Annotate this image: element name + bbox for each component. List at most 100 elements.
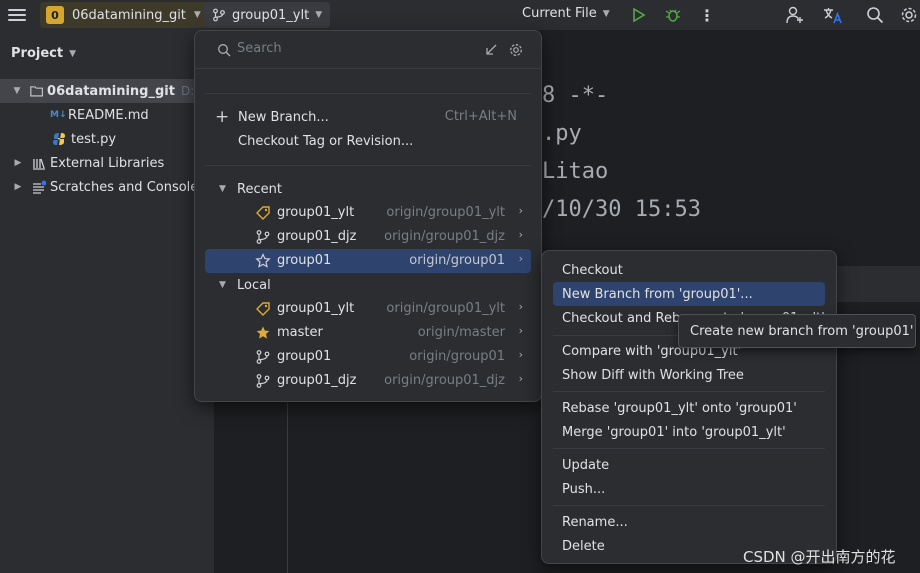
- branch-icon: [256, 230, 270, 244]
- branch-context-menu: Checkout New Branch from 'group01'... Ch…: [541, 250, 837, 564]
- chevron-right-icon: ›: [518, 228, 523, 241]
- separator: [205, 93, 531, 94]
- run-icon[interactable]: [628, 4, 650, 26]
- project-selector[interactable]: 0 06datamining_git ▼: [40, 2, 209, 28]
- tree-item-label: 06datamining_git: [47, 83, 175, 99]
- branch-icon: [256, 374, 270, 388]
- branch-remote: origin/group01_ylt: [386, 205, 505, 220]
- expand-arrow-icon[interactable]: ▼: [12, 86, 22, 96]
- branch-remote: origin/group01_djz: [384, 229, 505, 244]
- branch-remote: origin/master: [417, 325, 505, 340]
- chevron-right-icon: ›: [518, 348, 523, 361]
- menu-item-merge[interactable]: Merge 'group01' into 'group01_ylt': [553, 420, 825, 444]
- chevron-right-icon: ›: [518, 372, 523, 385]
- menu-item-show-diff[interactable]: Show Diff with Working Tree: [553, 363, 825, 387]
- code-line: .py: [542, 121, 582, 146]
- branch-remote: origin/group01_djz: [384, 373, 505, 388]
- branch-name: group01_ylt: [232, 7, 310, 23]
- branch-search-input[interactable]: [237, 41, 467, 56]
- tree-item-test-py[interactable]: test.py: [0, 127, 214, 151]
- chevron-right-icon: ›: [518, 252, 523, 265]
- separator: [553, 448, 825, 449]
- tag-icon: [256, 302, 270, 316]
- code-line: 8 -*-: [542, 83, 609, 108]
- branch-name: group01_djz: [277, 373, 357, 388]
- branch-item-local-group01[interactable]: group01 origin/group01 ›: [205, 345, 531, 369]
- expand-arrow-icon[interactable]: ▶: [12, 182, 24, 192]
- tree-item-label: README.md: [68, 107, 149, 123]
- star-filled-icon: [256, 326, 270, 339]
- settings-gear-icon[interactable]: [898, 4, 920, 26]
- separator: [553, 505, 825, 506]
- tag-icon: [256, 206, 270, 220]
- chevron-right-icon: ›: [518, 324, 523, 337]
- branches-popup: + New Branch... Ctrl+Alt+N Checkout Tag …: [194, 30, 542, 402]
- tree-item-project-root[interactable]: ▼ 06datamining_git D:\Co: [0, 79, 214, 103]
- recent-section-header[interactable]: ▼ Recent: [205, 177, 531, 201]
- branch-search-bar: [195, 31, 541, 69]
- more-actions-icon[interactable]: ⋮: [696, 4, 718, 26]
- chevron-down-icon: ▼: [602, 8, 610, 19]
- branch-item-local-group01-ylt[interactable]: group01_ylt origin/group01_ylt ›: [205, 297, 531, 321]
- watermark-text: CSDN @开出南方的花: [743, 548, 896, 566]
- branch-selector[interactable]: group01_ylt ▼: [204, 2, 331, 28]
- project-badge: 0: [46, 6, 64, 24]
- project-panel: Project ▼ ▼ 06datamining_git D:\Co M↓ RE…: [0, 30, 214, 573]
- expand-arrow-icon: ▼: [219, 184, 226, 194]
- new-branch-action[interactable]: + New Branch... Ctrl+Alt+N: [205, 105, 531, 129]
- main-toolbar: 0 06datamining_git ▼ group01_ylt ▼ Curre…: [0, 0, 920, 30]
- tree-item-external-libraries[interactable]: ▶ External Libraries: [0, 151, 214, 175]
- star-outline-icon: [255, 253, 271, 268]
- branch-remote: origin/group01_ylt: [386, 301, 505, 316]
- expand-arrow-icon[interactable]: ▶: [12, 158, 24, 168]
- markdown-icon: M↓: [50, 110, 67, 120]
- branch-name: group01: [277, 349, 332, 364]
- main-menu-icon[interactable]: [8, 6, 26, 22]
- run-config-selector[interactable]: Current File ▼: [522, 6, 610, 21]
- tree-item-label: Scratches and Consoles: [50, 179, 206, 195]
- tree-item-label: test.py: [71, 131, 117, 147]
- debug-icon[interactable]: [662, 4, 684, 26]
- menu-item-update[interactable]: Update: [553, 453, 825, 477]
- branch-item-recent-group01-djz[interactable]: group01_djz origin/group01_djz ›: [205, 225, 531, 249]
- project-name: 06datamining_git: [72, 7, 186, 23]
- branch-item-recent-group01[interactable]: group01 origin/group01 ›: [205, 249, 531, 273]
- chevron-right-icon: ›: [518, 300, 523, 313]
- library-icon: [33, 158, 45, 170]
- add-user-icon[interactable]: [784, 4, 806, 26]
- tree-item-scratches[interactable]: ▶ Scratches and Consoles: [0, 175, 214, 199]
- settings-gear-icon[interactable]: [509, 43, 523, 57]
- search-icon[interactable]: [864, 4, 886, 26]
- translate-icon[interactable]: [822, 4, 844, 26]
- plus-icon: +: [215, 107, 230, 127]
- local-section-header[interactable]: ▼ Local: [205, 273, 531, 297]
- menu-item-rename[interactable]: Rename...: [553, 510, 825, 534]
- branch-remote: origin/group01: [409, 349, 505, 364]
- branch-icon: [213, 8, 225, 22]
- collapse-arrow-icon[interactable]: [485, 44, 497, 56]
- menu-item-push[interactable]: Push...: [553, 477, 825, 501]
- menu-item-new-branch-from[interactable]: New Branch from 'group01'...: [553, 282, 825, 306]
- checkout-tag-action[interactable]: Checkout Tag or Revision...: [205, 129, 531, 153]
- menu-item-checkout[interactable]: Checkout: [553, 258, 825, 282]
- code-line: /10/30 15:53: [542, 197, 701, 222]
- chevron-down-icon: ▼: [193, 10, 201, 20]
- checkout-tag-label: Checkout Tag or Revision...: [238, 133, 414, 149]
- tree-item-readme[interactable]: M↓ README.md: [0, 103, 214, 127]
- tree-item-label: External Libraries: [50, 155, 165, 171]
- project-panel-title[interactable]: Project ▼: [11, 46, 76, 61]
- separator: [205, 165, 531, 166]
- new-branch-label: New Branch...: [238, 109, 329, 125]
- branch-name: group01_ylt: [277, 205, 355, 220]
- branch-item-recent-group01-ylt[interactable]: group01_ylt origin/group01_ylt ›: [205, 201, 531, 225]
- branch-item-local-group01-djz[interactable]: group01_djz origin/group01_djz ›: [205, 369, 531, 393]
- branch-icon: [256, 350, 270, 364]
- menu-item-rebase[interactable]: Rebase 'group01_ylt' onto 'group01': [553, 396, 825, 420]
- search-icon: [218, 44, 231, 57]
- chevron-right-icon: ›: [518, 204, 523, 217]
- branch-item-local-master[interactable]: master origin/master ›: [205, 321, 531, 345]
- branch-name: group01: [277, 253, 332, 268]
- section-label: Recent: [237, 181, 282, 197]
- branch-name: master: [277, 325, 323, 340]
- section-label: Local: [237, 277, 271, 293]
